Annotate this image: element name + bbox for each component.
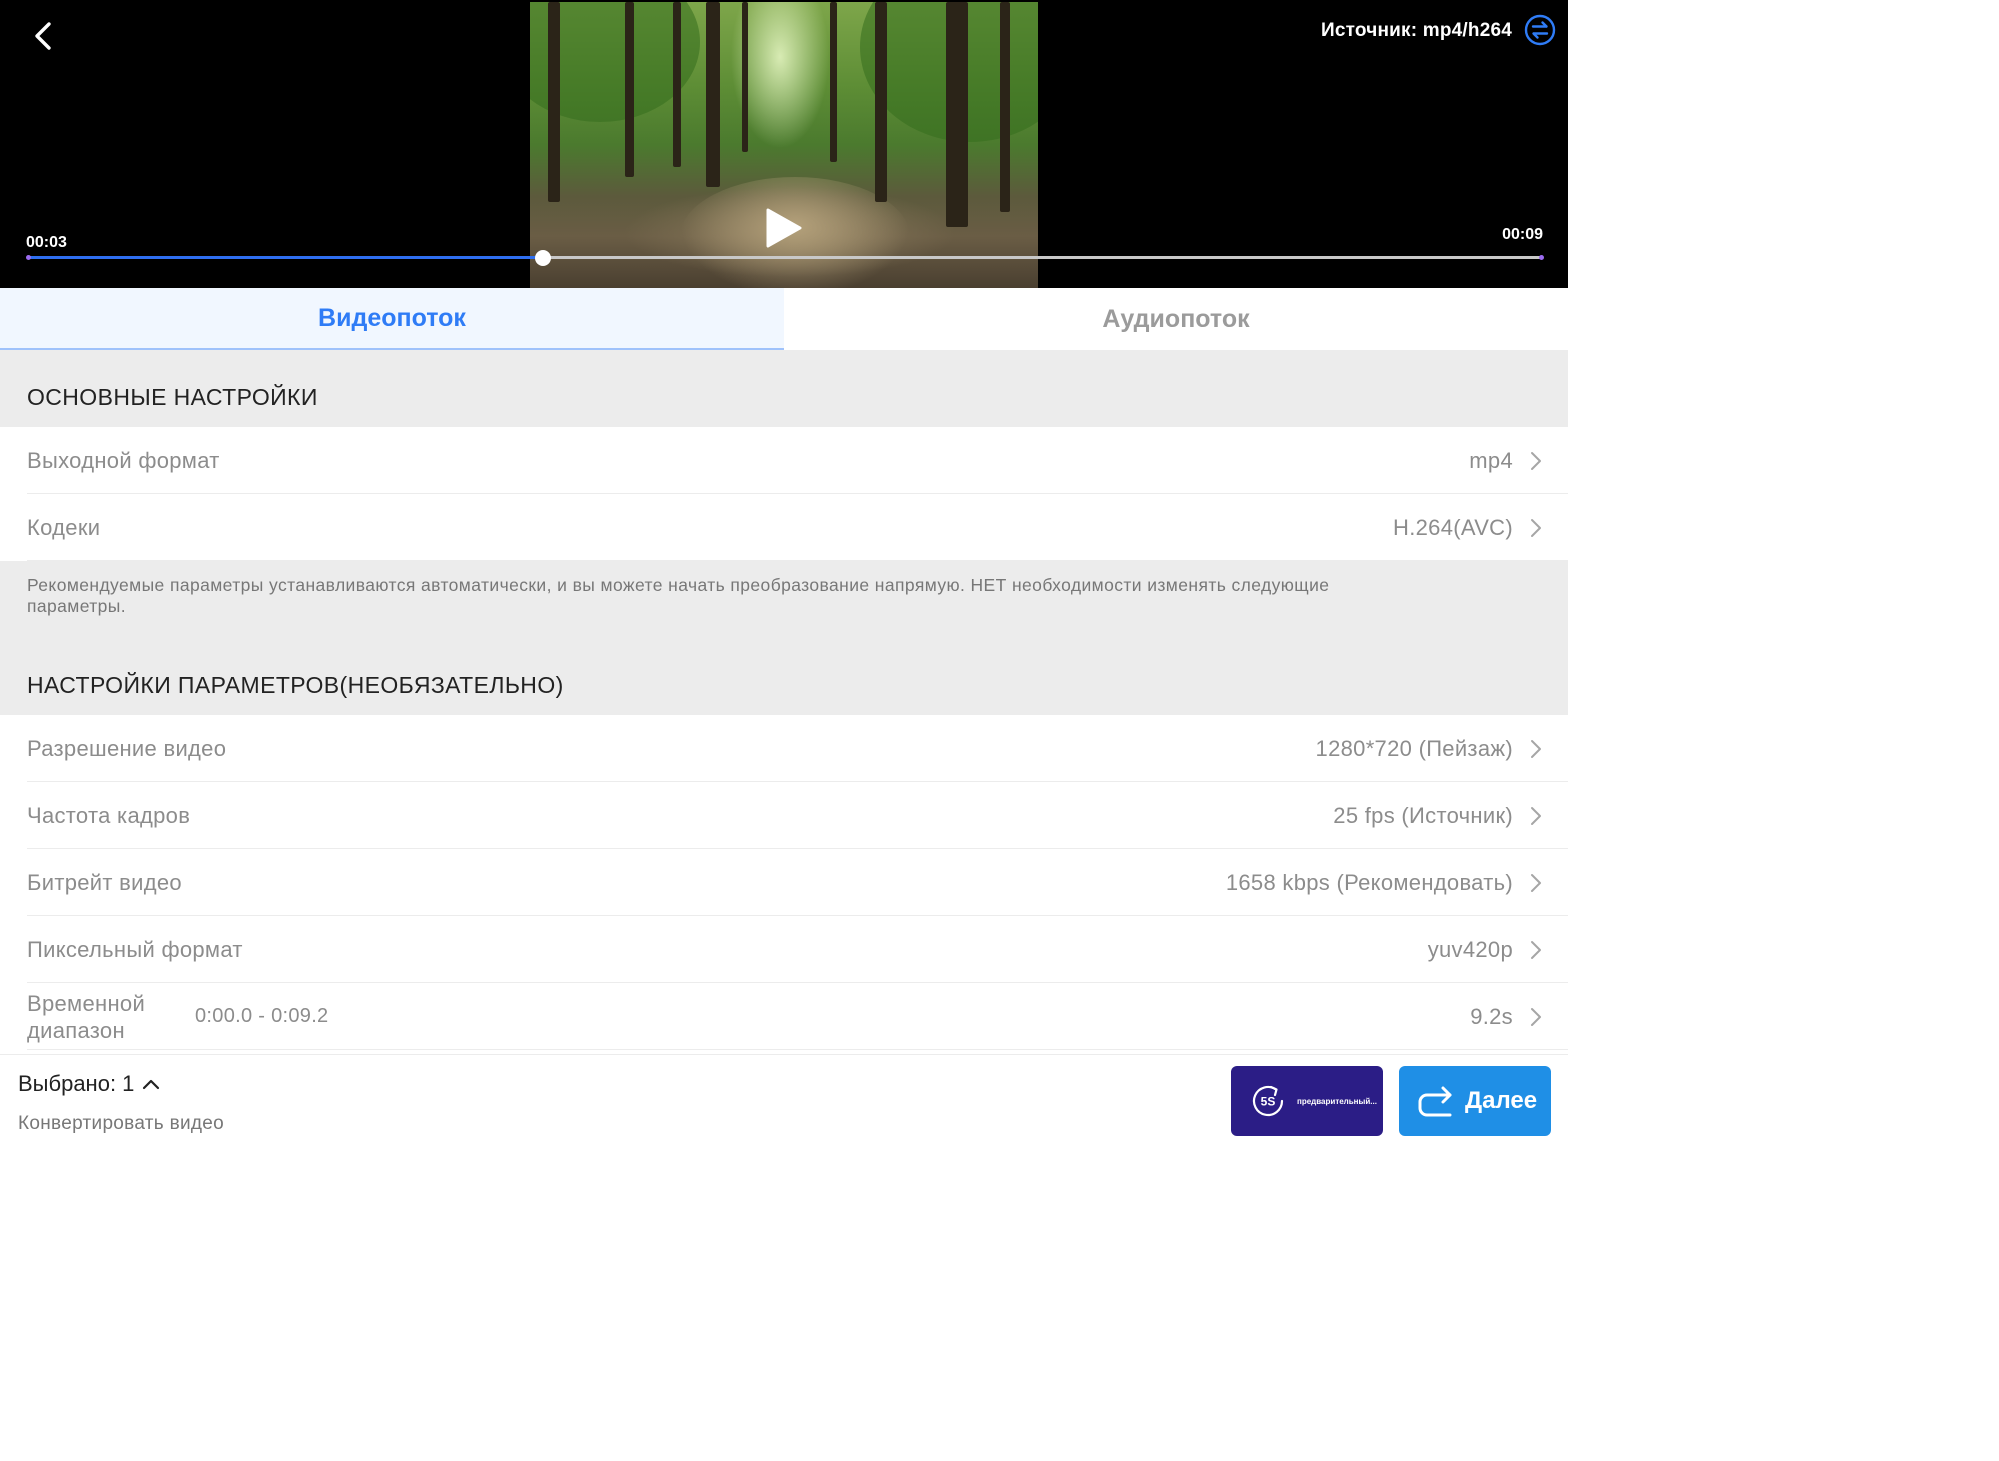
video-bitrate-row[interactable]: Битрейт видео 1658 kbps (Рекомендовать) bbox=[0, 849, 1568, 916]
selected-count-toggle[interactable]: Выбрано: 1 bbox=[18, 1071, 160, 1097]
redo-arrow-icon bbox=[1418, 1086, 1452, 1117]
progress-fill bbox=[28, 256, 543, 259]
bottom-bar: Выбрано: 1 Конвертировать видео 5S предв… bbox=[0, 1054, 1568, 1146]
video-resolution-row[interactable]: Разрешение видео 1280*720 (Пейзаж) bbox=[0, 715, 1568, 782]
preview-badge: 5S bbox=[1261, 1095, 1276, 1109]
back-arrow-icon[interactable] bbox=[28, 20, 60, 52]
progress-end-dot bbox=[1539, 255, 1544, 260]
time-range-text: 0:00.0 - 0:09.2 bbox=[195, 1005, 329, 1027]
chevron-right-icon bbox=[1531, 940, 1541, 959]
row-value: 1280*720 (Пейзаж) bbox=[1315, 735, 1513, 761]
tree-trunk bbox=[625, 2, 634, 177]
output-format-row[interactable]: Выходной формат mp4 bbox=[0, 427, 1568, 494]
settings-panel: ОСНОВНЫЕ НАСТРОЙКИ Выходной формат mp4 К… bbox=[0, 350, 1568, 1054]
row-label: Битрейт видео bbox=[27, 869, 182, 895]
row-label: Разрешение видео bbox=[27, 735, 227, 761]
time-range-row[interactable]: Временной диапазон 0:00.0 - 0:09.2 9.2s bbox=[0, 983, 1568, 1050]
next-label: Далее bbox=[1465, 1087, 1538, 1114]
row-label: Временной диапазон bbox=[27, 990, 146, 1043]
tree-trunk bbox=[706, 2, 720, 187]
tab-video-stream[interactable]: Видеопоток bbox=[0, 288, 784, 350]
tree-trunk bbox=[548, 2, 560, 202]
row-value: H.264(AVC) bbox=[1393, 514, 1513, 540]
progress-handle[interactable] bbox=[534, 250, 551, 266]
preview-button[interactable]: 5S предварительный... bbox=[1231, 1066, 1383, 1136]
row-label: Выходной формат bbox=[27, 447, 220, 473]
codecs-row[interactable]: Кодеки H.264(AVC) bbox=[0, 494, 1568, 561]
total-time: 00:09 bbox=[1502, 226, 1543, 243]
chevron-right-icon bbox=[1531, 806, 1541, 825]
tree-trunk bbox=[673, 2, 681, 167]
preview-5s-icon: 5S bbox=[1252, 1085, 1284, 1117]
tree-trunk bbox=[1000, 2, 1010, 212]
chevron-right-icon bbox=[1531, 518, 1541, 537]
play-icon[interactable] bbox=[764, 206, 804, 250]
recommendation-note: Рекомендуемые параметры устанавливаются … bbox=[0, 561, 1568, 638]
row-value: mp4 bbox=[1469, 447, 1513, 473]
video-player: Источник: mp4/h264 00:03 00:09 bbox=[0, 0, 1568, 288]
stream-tabs: Видеопоток Аудиопоток bbox=[0, 288, 1568, 350]
basic-settings-header: ОСНОВНЫЕ НАСТРОЙКИ bbox=[0, 350, 1568, 427]
task-subtitle: Конвертировать видео bbox=[18, 1113, 225, 1134]
row-label: Частота кадров bbox=[27, 802, 191, 828]
tree-trunk bbox=[946, 2, 968, 227]
chevron-right-icon bbox=[1531, 451, 1541, 470]
progress-start-dot bbox=[26, 255, 31, 260]
swap-source-icon[interactable] bbox=[1524, 14, 1556, 46]
row-value: 9.2s bbox=[1470, 1003, 1513, 1029]
row-value: 1658 kbps (Рекомендовать) bbox=[1225, 869, 1513, 895]
row-label: Пиксельный формат bbox=[27, 936, 243, 962]
row-value: yuv420p bbox=[1427, 936, 1513, 962]
advanced-settings-header: НАСТРОЙКИ ПАРАМЕТРОВ(НЕОБЯЗАТЕЛЬНО) bbox=[0, 638, 1568, 715]
preview-label: предварительный... bbox=[1297, 1096, 1377, 1106]
progress-slider[interactable] bbox=[26, 249, 1544, 267]
tree-trunk bbox=[742, 2, 748, 152]
chevron-right-icon bbox=[1531, 1007, 1541, 1026]
caret-up-icon bbox=[143, 1079, 160, 1090]
row-value: 25 fps (Источник) bbox=[1333, 802, 1513, 828]
row-label: Кодеки bbox=[27, 514, 101, 540]
source-format-label: Источник: mp4/h264 bbox=[1321, 20, 1512, 41]
tree-trunk bbox=[875, 2, 887, 202]
next-button[interactable]: Далее bbox=[1399, 1066, 1551, 1136]
pixel-format-row[interactable]: Пиксельный формат yuv420p bbox=[0, 916, 1568, 983]
frame-rate-row[interactable]: Частота кадров 25 fps (Источник) bbox=[0, 782, 1568, 849]
selected-count-label: Выбрано: 1 bbox=[18, 1071, 135, 1096]
chevron-right-icon bbox=[1531, 739, 1541, 758]
tree-trunk bbox=[830, 2, 837, 162]
tab-audio-stream[interactable]: Аудиопоток bbox=[784, 288, 1568, 350]
chevron-right-icon bbox=[1531, 873, 1541, 892]
